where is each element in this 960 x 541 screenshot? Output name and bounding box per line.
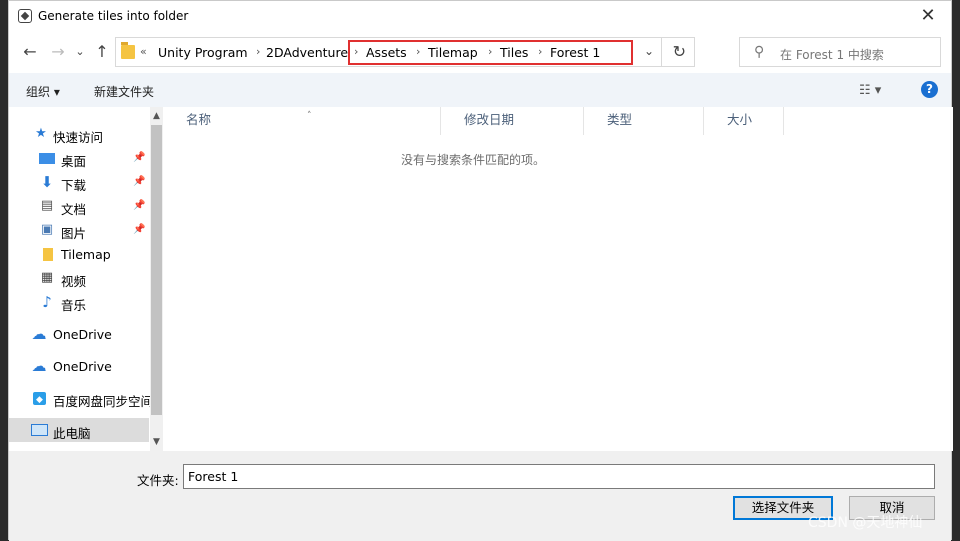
up-button[interactable]: ↑ — [91, 41, 113, 63]
crumb-unity-program[interactable]: Unity Program — [158, 45, 248, 60]
search-icon: ⚲ — [754, 44, 765, 60]
folder-name-input[interactable] — [183, 464, 935, 489]
sidebar-item-onedrive[interactable]: ☁ OneDrive — [9, 354, 149, 378]
scroll-thumb[interactable] — [151, 125, 162, 415]
divider — [661, 38, 662, 66]
command-bar: 组织 ▾ 新建文件夹 ☷ ▾ ? — [9, 73, 951, 107]
pin-icon[interactable]: 📌 — [133, 152, 145, 163]
crumb-separator[interactable]: › — [256, 45, 260, 58]
close-button[interactable]: ✕ — [905, 1, 951, 31]
sidebar-item-desktop[interactable]: 桌面 📌 — [9, 146, 149, 170]
document-icon: ▤ — [40, 198, 54, 213]
sidebar-item-label: Tilemap — [61, 247, 111, 262]
column-label: 大小 — [727, 112, 753, 127]
window-title: Generate tiles into folder — [38, 9, 189, 23]
sidebar-item-this-pc[interactable]: 此电脑 — [9, 418, 149, 442]
sidebar-item-label: OneDrive — [53, 327, 112, 342]
search-placeholder: 在 Forest 1 中搜索 — [780, 48, 884, 62]
star-icon: ★ — [35, 126, 47, 141]
folder-icon — [43, 248, 53, 261]
desktop-icon — [39, 153, 55, 164]
sidebar-item-music[interactable]: ♪ 音乐 — [9, 290, 149, 314]
sidebar-item-downloads[interactable]: ⬇ 下载 📌 — [9, 170, 149, 194]
overflow-chevron[interactable]: « — [140, 45, 147, 58]
column-header-type[interactable]: 类型 — [584, 107, 704, 135]
organize-menu[interactable]: 组织 ▾ — [26, 83, 60, 100]
recent-locations-button[interactable]: ⌄ — [69, 41, 91, 63]
new-folder-button[interactable]: 新建文件夹 — [94, 83, 154, 100]
column-header-name[interactable]: 名称 ˄ — [163, 107, 441, 135]
sidebar-item-baidu-netdisk[interactable]: ◆ 百度网盘同步空间 — [9, 386, 153, 410]
watermark: CSDN @天地神仙 — [808, 515, 923, 531]
crumb-2dadventure[interactable]: 2DAdventure — [266, 45, 348, 60]
back-button[interactable]: ← — [19, 41, 41, 63]
pin-icon[interactable]: 📌 — [133, 176, 145, 187]
sidebar-item-label: 视频 — [61, 274, 87, 289]
sidebar-scrollbar[interactable]: ▲ ▼ — [150, 107, 163, 451]
search-box[interactable]: ⚲ 在 Forest 1 中搜索 — [739, 37, 941, 67]
sort-caret-icon: ˄ — [307, 111, 312, 121]
sidebar-item-documents[interactable]: ▤ 文档 📌 — [9, 194, 149, 218]
sidebar-item-pictures[interactable]: ▣ 图片 📌 — [9, 218, 149, 242]
download-icon: ⬇ — [40, 173, 54, 191]
cloud-icon: ☁ — [31, 357, 47, 375]
title-bar: Generate tiles into folder ✕ — [9, 1, 951, 33]
column-header-date-modified[interactable]: 修改日期 — [441, 107, 584, 135]
red-highlight-box — [348, 40, 633, 65]
column-label: 类型 — [607, 112, 633, 127]
sidebar-item-videos[interactable]: ▦ 视频 — [9, 266, 149, 290]
computer-icon — [31, 424, 48, 436]
address-dropdown-icon[interactable]: ⌄ — [644, 44, 654, 58]
chevron-down-icon[interactable]: ▼ — [150, 435, 163, 449]
sidebar-item-label: 文档 — [61, 202, 87, 217]
refresh-icon[interactable]: ↻ — [673, 42, 686, 61]
sidebar-item-onedrive[interactable]: ☁ OneDrive — [9, 322, 149, 346]
sidebar-item-label: 百度网盘同步空间 — [53, 394, 154, 409]
pictures-icon: ▣ — [40, 222, 54, 237]
sidebar-item-label: 快速访问 — [53, 130, 104, 145]
help-icon[interactable]: ? — [921, 81, 938, 98]
column-label: 修改日期 — [464, 112, 515, 127]
sidebar-item-label: 音乐 — [61, 298, 87, 313]
sidebar-item-label: 桌面 — [61, 154, 87, 169]
folder-icon — [121, 42, 135, 59]
sidebar-item-label: 此电脑 — [53, 426, 91, 441]
sidebar-item-label: 图片 — [61, 226, 87, 241]
address-bar[interactable]: « Unity Program › 2DAdventure › Assets ›… — [115, 37, 695, 67]
pin-icon[interactable]: 📌 — [133, 224, 145, 235]
navigation-pane: ★ 快速访问 桌面 📌 ⬇ 下载 📌 ▤ 文档 📌 ▣ 图片 📌 Tilemap — [9, 107, 163, 451]
sidebar-item-tilemap[interactable]: Tilemap — [9, 242, 149, 266]
chevron-up-icon[interactable]: ▲ — [150, 109, 163, 123]
sidebar-item-label: OneDrive — [53, 359, 112, 374]
baidu-netdisk-icon: ◆ — [33, 392, 46, 405]
navigation-bar: ← → ⌄ ↑ « Unity Program › 2DAdventure › … — [9, 33, 951, 73]
file-dialog: Generate tiles into folder ✕ ← → ⌄ ↑ « U… — [8, 0, 953, 541]
pin-icon[interactable]: 📌 — [133, 200, 145, 211]
forward-button[interactable]: → — [47, 41, 69, 63]
sidebar-item-label: 下载 — [61, 178, 87, 193]
column-label: 名称 — [186, 112, 212, 127]
sidebar-item-quick-access[interactable]: ★ 快速访问 — [9, 122, 149, 146]
unity-icon — [18, 9, 32, 23]
column-header-size[interactable]: 大小 — [704, 107, 784, 135]
folder-label: 文件夹: — [137, 473, 179, 488]
file-list: 名称 ˄ 修改日期 类型 大小 没有与搜索条件匹配的项。 — [163, 107, 953, 451]
empty-message: 没有与搜索条件匹配的项。 — [400, 153, 545, 167]
video-icon: ▦ — [40, 270, 54, 285]
music-icon: ♪ — [42, 293, 52, 311]
cloud-icon: ☁ — [31, 325, 47, 343]
view-options-icon[interactable]: ☷ ▾ — [859, 83, 881, 98]
